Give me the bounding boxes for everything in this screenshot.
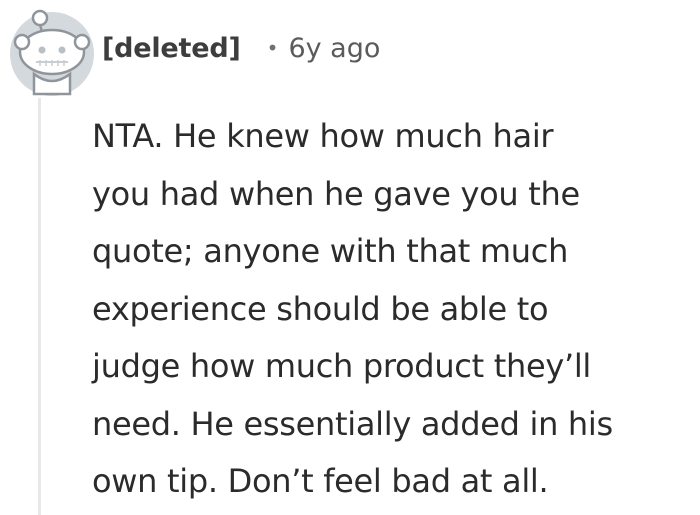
comment-body-line: own tip. Don’t feel bad at all. <box>92 462 549 500</box>
comment-body-line: experience should be able to <box>92 289 549 328</box>
thread-line[interactable] <box>38 98 41 515</box>
comment-body-line: NTA. He knew how much hair <box>92 117 554 155</box>
comment-timestamp[interactable]: 6y ago <box>288 33 380 64</box>
meta-separator: • <box>266 36 279 60</box>
comment-body-line: judge how much product they’ll <box>92 347 592 385</box>
comment-body: NTA. He knew how much hair you had when … <box>92 108 696 511</box>
comment-body-line: you had when he gave you the <box>92 174 580 213</box>
comment-body-line: quote; anyone with that much <box>92 232 569 270</box>
comment-meta: [deleted] • 6y ago <box>102 28 380 68</box>
comment: [deleted] • 6y ago NTA. He knew how much… <box>0 0 700 515</box>
comment-body-line: need. He essentially added in his <box>92 404 613 443</box>
author-username[interactable]: [deleted] <box>102 33 241 64</box>
reddit-snoo-deleted-icon[interactable] <box>6 6 98 98</box>
